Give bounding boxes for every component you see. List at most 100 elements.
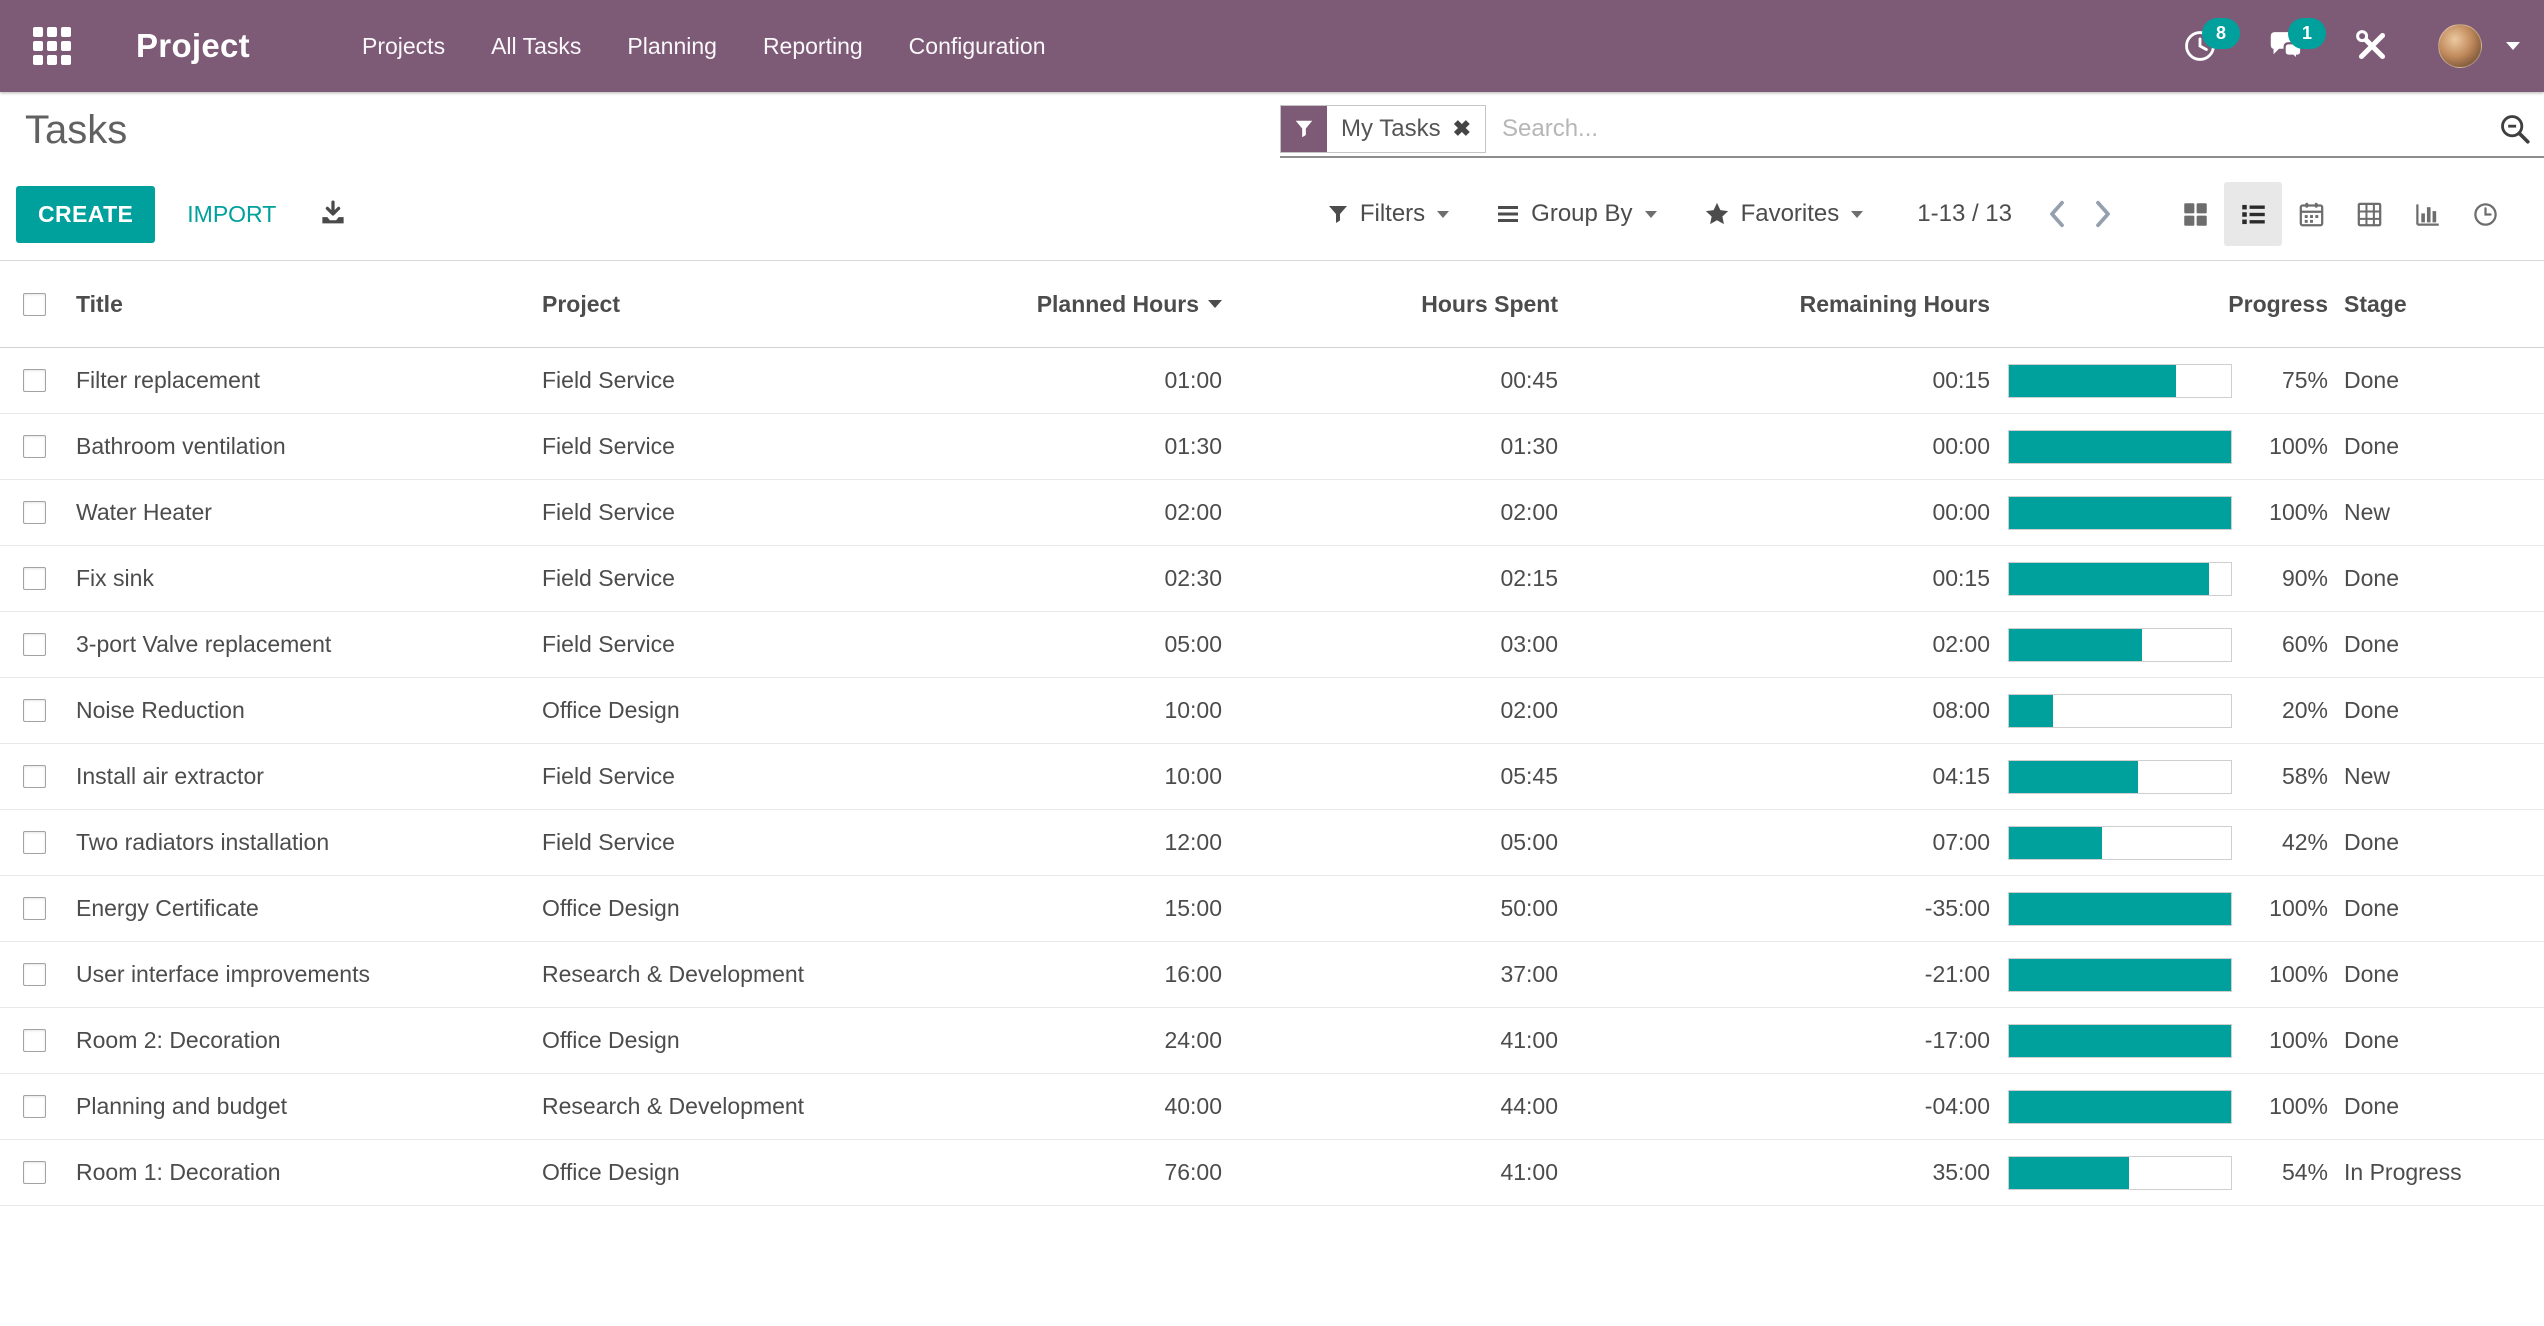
view-list-button[interactable]: [2224, 182, 2282, 246]
view-pivot-button[interactable]: [2340, 182, 2398, 246]
cell-progress-percent: 100%: [2269, 1093, 2328, 1119]
group-by-dropdown[interactable]: Group By: [1495, 200, 1657, 228]
menu-reporting[interactable]: Reporting: [763, 33, 863, 60]
control-panel: Tasks My Tasks ✖ Search... CREATE IMPORT…: [0, 92, 2544, 260]
cell-stage: New: [2344, 499, 2391, 525]
cell-planned-hours: 10:00: [1164, 763, 1222, 789]
table-row[interactable]: Water Heater Field Service 02:00 02:00 0…: [0, 480, 2544, 546]
table-row[interactable]: Fix sink Field Service 02:30 02:15 00:15…: [0, 546, 2544, 612]
pager-next-button[interactable]: [2080, 191, 2126, 237]
cell-project: Field Service: [542, 565, 675, 591]
search-facet-my-tasks[interactable]: My Tasks ✖: [1280, 105, 1487, 153]
row-checkbox[interactable]: [23, 1161, 46, 1184]
view-graph-button[interactable]: [2398, 182, 2456, 246]
cell-hours-spent: 02:00: [1500, 499, 1558, 525]
table-row[interactable]: 3-port Valve replacement Field Service 0…: [0, 612, 2544, 678]
row-checkbox[interactable]: [23, 1029, 46, 1052]
header-planned-hours[interactable]: Planned Hours: [964, 291, 1222, 318]
header-hours-spent[interactable]: Hours Spent: [1222, 291, 1558, 318]
messages-badge: 1: [2288, 18, 2326, 49]
table-row[interactable]: Two radiators installation Field Service…: [0, 810, 2544, 876]
row-checkbox[interactable]: [23, 435, 46, 458]
apps-menu-icon[interactable]: [30, 24, 74, 68]
cell-hours-spent: 41:00: [1500, 1027, 1558, 1053]
cell-title: Water Heater: [76, 499, 212, 525]
caret-down-icon: [1644, 210, 1657, 218]
table-row[interactable]: Filter replacement Field Service 01:00 0…: [0, 348, 2544, 414]
table-row[interactable]: Bathroom ventilation Field Service 01:30…: [0, 414, 2544, 480]
row-checkbox[interactable]: [23, 501, 46, 524]
export-download-icon[interactable]: [318, 199, 348, 229]
create-button[interactable]: CREATE: [16, 185, 156, 243]
cell-remaining-hours: -17:00: [1924, 1027, 1990, 1053]
menu-all-tasks[interactable]: All Tasks: [491, 33, 581, 60]
cell-hours-spent: 05:00: [1500, 829, 1558, 855]
cell-project: Field Service: [542, 763, 675, 789]
table-row[interactable]: Install air extractor Field Service 10:0…: [0, 744, 2544, 810]
menu-configuration[interactable]: Configuration: [909, 33, 1046, 60]
row-checkbox[interactable]: [23, 831, 46, 854]
progress-bar: [2008, 363, 2232, 398]
progress-bar-fill: [2009, 628, 2143, 661]
search-icon[interactable]: [2498, 112, 2532, 146]
header-stage[interactable]: Stage: [2328, 291, 2544, 318]
row-checkbox[interactable]: [23, 897, 46, 920]
cell-title: Planning and budget: [76, 1093, 288, 1119]
debug-tools-button[interactable]: [2352, 26, 2392, 66]
user-menu-caret-icon[interactable]: [2506, 42, 2520, 50]
favorites-label: Favorites: [1740, 200, 1840, 227]
filters-dropdown[interactable]: Filters: [1326, 200, 1450, 228]
menu-projects[interactable]: Projects: [362, 33, 445, 60]
import-button[interactable]: IMPORT: [187, 201, 276, 228]
row-checkbox[interactable]: [23, 699, 46, 722]
activity-clock-icon: [2473, 202, 2497, 226]
progress-bar-fill: [2009, 1156, 2129, 1189]
table-row[interactable]: Energy Certificate Office Design 15:00 5…: [0, 876, 2544, 942]
table-row[interactable]: Room 1: Decoration Office Design 76:00 4…: [0, 1140, 2544, 1206]
search-view[interactable]: My Tasks ✖: [1280, 102, 2544, 158]
calendar-icon: [2299, 202, 2323, 226]
view-calendar-button[interactable]: [2282, 182, 2340, 246]
cell-hours-spent: 50:00: [1500, 895, 1558, 921]
header-title[interactable]: Title: [64, 291, 534, 318]
row-checkbox[interactable]: [23, 963, 46, 986]
table-row[interactable]: Room 2: Decoration Office Design 24:00 4…: [0, 1008, 2544, 1074]
cell-title: Fix sink: [76, 565, 154, 591]
facet-remove-icon[interactable]: ✖: [1453, 116, 1471, 142]
view-kanban-button[interactable]: [2166, 182, 2224, 246]
header-progress[interactable]: Progress: [1990, 291, 2328, 318]
row-checkbox[interactable]: [23, 765, 46, 788]
facet-funnel-icon: [1281, 106, 1327, 152]
select-all-checkbox[interactable]: [23, 292, 46, 316]
activities-button[interactable]: 8: [2180, 18, 2240, 66]
row-checkbox[interactable]: [23, 1095, 46, 1118]
view-activity-button[interactable]: [2456, 182, 2514, 246]
table-row[interactable]: User interface improvements Research & D…: [0, 942, 2544, 1008]
header-remaining-hours[interactable]: Remaining Hours: [1558, 291, 1990, 318]
cell-remaining-hours: 04:15: [1932, 763, 1990, 789]
table-row[interactable]: Noise Reduction Office Design 10:00 02:0…: [0, 678, 2544, 744]
progress-bar: [2008, 825, 2232, 860]
cell-progress-percent: 100%: [2269, 433, 2328, 459]
pager-previous-button[interactable]: [2034, 191, 2080, 237]
favorites-dropdown[interactable]: Favorites: [1703, 200, 1864, 228]
progress-bar: [2008, 957, 2232, 992]
search-input[interactable]: [1486, 115, 2498, 143]
table-row[interactable]: Planning and budget Research & Developme…: [0, 1074, 2544, 1140]
progress-bar-fill: [2009, 760, 2138, 793]
user-avatar[interactable]: [2438, 24, 2482, 68]
progress-bar-fill: [2009, 1090, 2231, 1123]
messages-button[interactable]: 1: [2266, 18, 2326, 66]
table-body: Filter replacement Field Service 01:00 0…: [0, 348, 2544, 1206]
row-checkbox[interactable]: [23, 633, 46, 656]
row-checkbox[interactable]: [23, 369, 46, 392]
cell-stage: Done: [2344, 367, 2399, 393]
cell-hours-spent: 00:45: [1500, 367, 1558, 393]
row-checkbox[interactable]: [23, 567, 46, 590]
bars-icon: [1498, 206, 1519, 222]
header-project[interactable]: Project: [534, 291, 964, 318]
cell-stage: Done: [2344, 697, 2399, 723]
cell-stage: Done: [2344, 1093, 2399, 1119]
menu-planning[interactable]: Planning: [627, 33, 717, 60]
cell-stage: Done: [2344, 829, 2399, 855]
